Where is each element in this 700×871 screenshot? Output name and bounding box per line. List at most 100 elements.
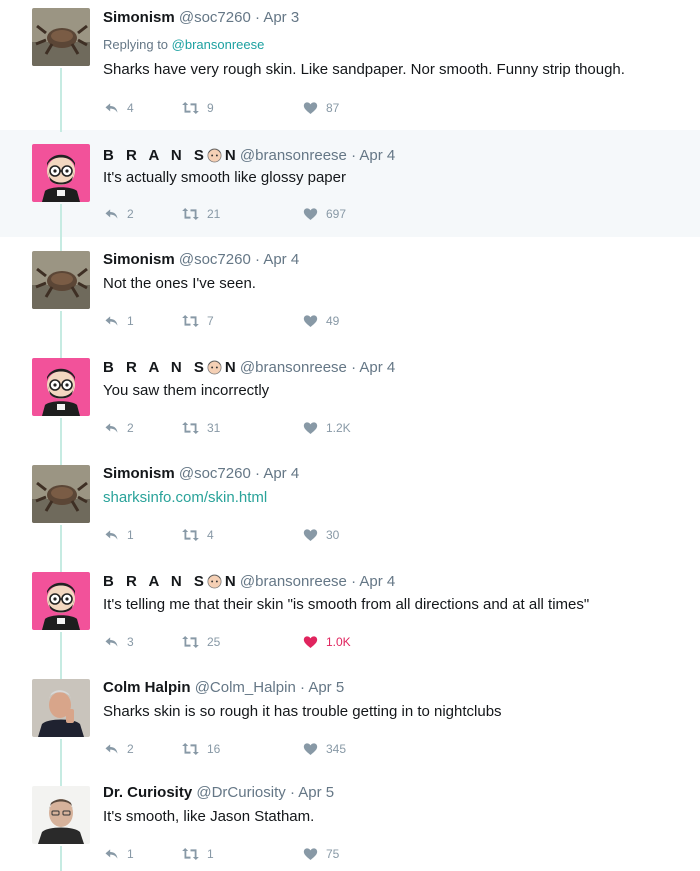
reply-count: 2: [127, 207, 134, 221]
avatar[interactable]: [32, 679, 90, 737]
retweet-button[interactable]: 9: [181, 100, 214, 116]
reply-icon: [103, 313, 120, 329]
retweet-button[interactable]: 21: [181, 206, 220, 222]
retweet-count: 1: [207, 847, 214, 861]
like-button-active[interactable]: 1.0K: [302, 634, 351, 650]
retweet-count: 4: [207, 528, 214, 542]
reply-count: 3: [127, 635, 134, 649]
user-handle[interactable]: @soc7260: [179, 465, 251, 482]
separator-dot: ·: [299, 679, 305, 696]
thread-line: [60, 344, 62, 358]
user-handle[interactable]: @bransonreese: [240, 359, 347, 376]
heart-icon: [302, 527, 319, 543]
avatar[interactable]: [32, 144, 90, 202]
replying-to-label: Replying to: [103, 37, 169, 52]
reply-button[interactable]: 4: [103, 100, 134, 116]
display-name[interactable]: Colm Halpin: [103, 679, 191, 696]
tweet-text: It's telling me that their skin "is smoo…: [103, 596, 590, 613]
thread-line: [60, 772, 62, 786]
display-name-end[interactable]: N: [225, 573, 236, 590]
avatar[interactable]: [32, 8, 90, 66]
reply-button[interactable]: 1: [103, 846, 134, 862]
conversation-thread: Simonism @soc7260 · Apr 3 Replying to @b…: [0, 0, 700, 871]
reply-count: 1: [127, 314, 134, 328]
user-handle[interactable]: @DrCuriosity: [196, 784, 285, 801]
reply-button[interactable]: 1: [103, 527, 134, 543]
reply-button[interactable]: 1: [103, 313, 134, 329]
tweet-date[interactable]: Apr 5: [298, 784, 334, 801]
tweet[interactable]: Colm Halpin @Colm_Halpin · Apr 5 Sharks …: [0, 665, 700, 772]
retweet-icon: [181, 846, 200, 862]
avatar[interactable]: [32, 358, 90, 416]
tweet-date[interactable]: Apr 5: [308, 679, 344, 696]
avatar[interactable]: [32, 251, 90, 309]
display-name[interactable]: Dr. Curiosity: [103, 784, 192, 801]
thread-line: [60, 418, 62, 451]
tweet-date[interactable]: Apr 4: [359, 573, 395, 590]
tweet-date[interactable]: Apr 4: [359, 359, 395, 376]
like-count: 87: [326, 101, 340, 115]
tweet-date[interactable]: Apr 4: [263, 251, 299, 268]
avatar[interactable]: [32, 786, 90, 844]
retweet-icon: [181, 313, 200, 329]
retweet-button[interactable]: 1: [181, 846, 214, 862]
avatar[interactable]: [32, 465, 90, 523]
like-button[interactable]: 697: [302, 206, 346, 222]
display-name[interactable]: B R A N S: [103, 147, 208, 164]
user-handle[interactable]: @soc7260: [179, 251, 251, 268]
display-name-end[interactable]: N: [225, 147, 236, 164]
user-handle[interactable]: @bransonreese: [240, 147, 347, 164]
retweet-button[interactable]: 25: [181, 634, 220, 650]
tweet-link[interactable]: sharksinfo.com/skin.html: [103, 489, 267, 506]
reply-button[interactable]: 2: [103, 420, 134, 436]
reply-button[interactable]: 2: [103, 206, 134, 222]
tweet[interactable]: Dr. Curiosity @DrCuriosity · Apr 5 It's …: [0, 772, 700, 871]
display-name[interactable]: Simonism: [103, 9, 175, 26]
tweet-text: You saw them incorrectly: [103, 382, 270, 399]
retweet-count: 31: [207, 421, 221, 435]
like-count: 1.2K: [326, 421, 351, 435]
reply-icon: [103, 100, 120, 116]
display-name[interactable]: B R A N S: [103, 573, 208, 590]
like-button[interactable]: 30: [302, 527, 339, 543]
thread-line: [60, 632, 62, 665]
like-button[interactable]: 345: [302, 741, 346, 757]
user-handle[interactable]: @soc7260: [179, 9, 251, 26]
retweet-button[interactable]: 7: [181, 313, 214, 329]
display-name[interactable]: Simonism: [103, 251, 175, 268]
like-count: 345: [326, 742, 347, 756]
heart-icon: [302, 741, 319, 757]
tweet-date[interactable]: Apr 4: [359, 147, 395, 164]
separator-dot: ·: [254, 465, 260, 482]
reply-count: 4: [127, 101, 134, 115]
tweet-header: B R A N S N @bransonreese · Apr 4: [103, 358, 395, 376]
display-name[interactable]: B R A N S: [103, 359, 208, 376]
like-button[interactable]: 75: [302, 846, 339, 862]
emoji-face-icon: [206, 146, 223, 163]
tweet[interactable]: Simonism @soc7260 · Apr 4 Not the ones I…: [0, 237, 700, 344]
display-name[interactable]: Simonism: [103, 465, 175, 482]
retweet-button[interactable]: 31: [181, 420, 220, 436]
user-handle[interactable]: @Colm_Halpin: [195, 679, 296, 696]
replying-to-link[interactable]: @bransonreese: [172, 37, 265, 52]
tweet[interactable]: B R A N S N @bransonreese · Apr 4 You saw…: [0, 344, 700, 451]
reply-button[interactable]: 2: [103, 741, 134, 757]
retweet-button[interactable]: 4: [181, 527, 214, 543]
tweet-highlighted[interactable]: B R A N S N @bransonreese · Apr 4 It's ac…: [0, 125, 700, 237]
like-button[interactable]: 1.2K: [302, 420, 351, 436]
display-name-end[interactable]: N: [225, 359, 236, 376]
like-button[interactable]: 49: [302, 313, 339, 329]
tweet[interactable]: Simonism @soc7260 · Apr 4 sharksinfo.com…: [0, 451, 700, 558]
separator-dot: ·: [351, 147, 357, 164]
tweet-header: Dr. Curiosity @DrCuriosity · Apr 5: [103, 784, 334, 801]
avatar[interactable]: [32, 572, 90, 630]
retweet-icon: [181, 100, 200, 116]
retweet-button[interactable]: 16: [181, 741, 220, 757]
tweet-date[interactable]: Apr 3: [263, 9, 299, 26]
user-handle[interactable]: @bransonreese: [240, 573, 347, 590]
tweet-date[interactable]: Apr 4: [263, 465, 299, 482]
tweet[interactable]: B R A N S N @bransonreese · Apr 4 It's te…: [0, 558, 700, 665]
tweet[interactable]: Simonism @soc7260 · Apr 3 Replying to @b…: [0, 0, 700, 125]
reply-button[interactable]: 3: [103, 634, 134, 650]
like-button[interactable]: 87: [302, 100, 339, 116]
